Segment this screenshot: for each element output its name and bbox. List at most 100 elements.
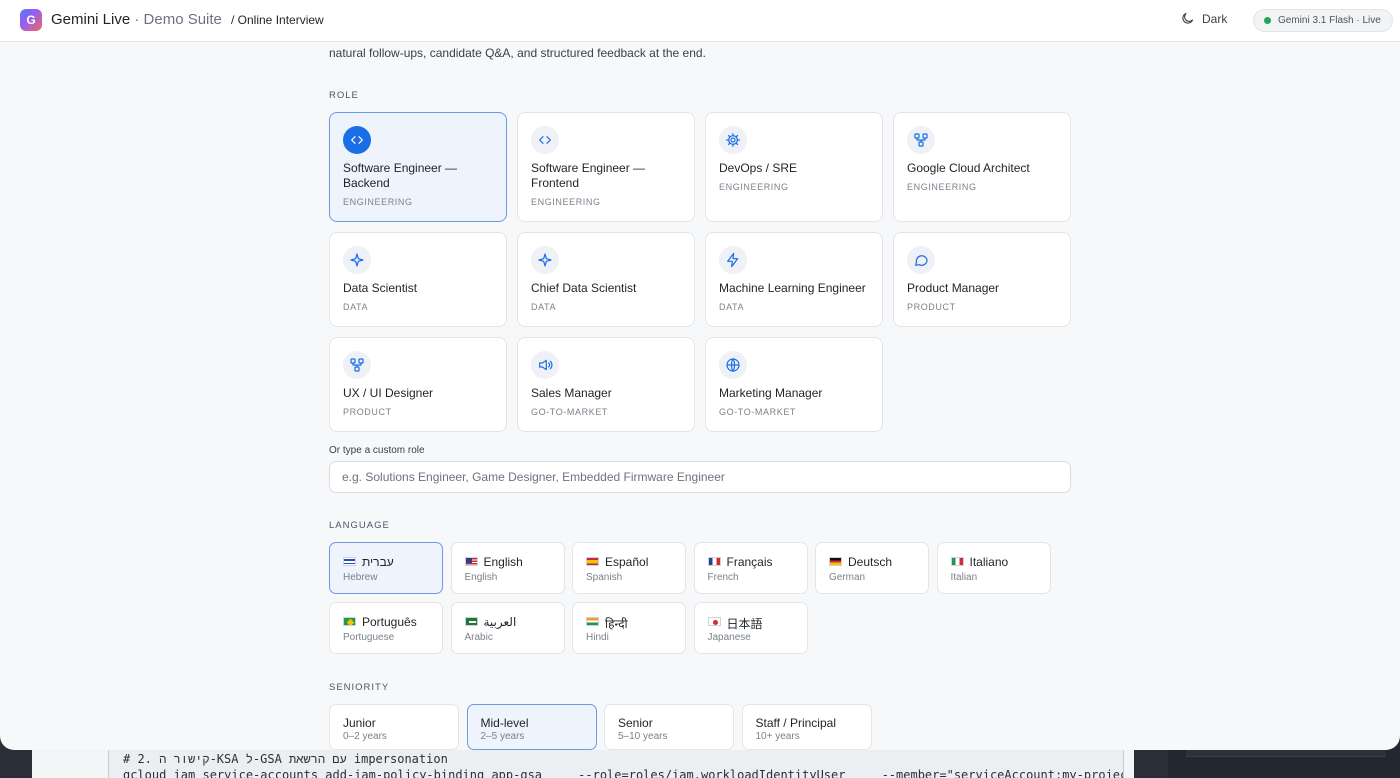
role-icon-wrapper: [719, 351, 747, 379]
language-option-german[interactable]: Deutsch German: [815, 542, 929, 594]
it-flag-icon: [950, 557, 964, 566]
role-card-sales-manager[interactable]: Sales Manager GO-TO-MARKET: [517, 337, 695, 432]
role-icon-wrapper: [531, 246, 559, 274]
role-category: ENGINEERING: [531, 197, 601, 207]
language-option-japanese[interactable]: 日本語 Japanese: [693, 602, 808, 654]
role-category: ENGINEERING: [719, 182, 789, 192]
custom-role-label: Or type a custom role: [329, 445, 425, 456]
language-option-hindi[interactable]: हिन्दी Hindi: [572, 602, 686, 654]
seniority-section-label: SENIORITY: [329, 682, 390, 693]
breadcrumb[interactable]: / Online Interview: [231, 13, 324, 27]
model-status-badge: Gemini 3.1 Flash · Live: [1253, 9, 1393, 32]
seniority-years: 0–2 years: [343, 731, 387, 742]
role-title: Product Manager: [907, 281, 1000, 295]
language-option-spanish[interactable]: Español Spanish: [572, 542, 686, 594]
role-card-machine-learning-engineer[interactable]: Machine Learning Engineer DATA: [705, 232, 883, 327]
language-native-name: עברית: [362, 555, 394, 569]
brand-name: Gemini Live: [51, 11, 131, 28]
language-option-hebrew[interactable]: עברית Hebrew: [329, 542, 443, 594]
seniority-years: 5–10 years: [618, 731, 668, 742]
role-title: Software Engineer — Backend: [343, 161, 458, 190]
top-bar: G Gemini Live · Demo Suite / Online Inte…: [0, 0, 1400, 42]
language-option-french[interactable]: Français French: [693, 542, 808, 594]
code-icon: [539, 136, 551, 144]
language-option-english[interactable]: English English: [450, 542, 565, 594]
language-english-name: Hebrew: [343, 572, 378, 583]
language-native-name: Deutsch: [848, 555, 893, 569]
role-title: Data Scientist: [343, 281, 418, 295]
role-card-ux-ui-designer[interactable]: UX / UI Designer PRODUCT: [329, 337, 507, 432]
role-card-software-engineer-backend[interactable]: Software Engineer — Backend ENGINEERING: [329, 112, 507, 222]
app-logo[interactable]: G: [20, 9, 42, 31]
bolt-icon: [727, 252, 739, 268]
role-title: DevOps / SRE: [719, 161, 798, 175]
role-card-google-cloud-architect[interactable]: Google Cloud Architect ENGINEERING: [893, 112, 1071, 222]
role-section-label: ROLE: [329, 90, 359, 101]
theme-label: Dark: [1202, 11, 1228, 26]
live-status-dot: [1264, 17, 1271, 24]
main-content: natural follow-ups, candidate Q&A, and s…: [0, 42, 1400, 750]
seniority-level: Senior: [618, 716, 653, 730]
role-card-software-engineer-frontend[interactable]: Software Engineer — Frontend ENGINEERING: [517, 112, 695, 222]
de-flag-icon: [829, 557, 842, 566]
language-native-name: Português: [362, 615, 417, 629]
seniority-option-junior[interactable]: Junior 0–2 years: [329, 704, 459, 750]
language-english-name: Spanish: [586, 572, 623, 583]
seniority-level: Mid-level: [480, 716, 529, 730]
language-english-name: Japanese: [707, 632, 751, 643]
role-icon-wrapper: [719, 246, 747, 274]
role-icon-wrapper: [343, 126, 371, 154]
role-title: Google Cloud Architect: [907, 161, 1030, 175]
role-card-data-scientist[interactable]: Data Scientist DATA: [329, 232, 507, 327]
role-icon-wrapper: [907, 126, 935, 154]
role-category: GO-TO-MARKET: [531, 407, 609, 417]
brand-title: Gemini Live · Demo Suite: [51, 11, 222, 28]
moon-icon: [1182, 12, 1194, 24]
seniority-option-staff-principal[interactable]: Staff / Principal 10+ years: [741, 704, 872, 750]
theme-toggle-button[interactable]: Dark: [1180, 11, 1227, 26]
sparkle-icon: [538, 253, 552, 267]
language-english-name: Portuguese: [343, 632, 395, 643]
intro-text: natural follow-ups, candidate Q&A, and s…: [329, 46, 706, 60]
role-icon-wrapper: [907, 246, 935, 274]
role-card-marketing-manager[interactable]: Marketing Manager GO-TO-MARKET: [705, 337, 883, 432]
chat-bubble-icon: [915, 255, 928, 266]
globe-icon: [726, 358, 740, 372]
code-line-2: gcloud iam service-accounts add-iam-poli…: [123, 768, 1124, 778]
seniority-level: Staff / Principal: [755, 716, 836, 730]
sa-flag-icon: [464, 617, 478, 626]
seniority-option-senior[interactable]: Senior 5–10 years: [604, 704, 734, 750]
language-english-name: Hindi: [586, 632, 609, 643]
seniority-option-mid-level[interactable]: Mid-level 2–5 years: [466, 704, 597, 750]
role-icon-wrapper: [343, 351, 371, 379]
language-english-name: French: [707, 572, 739, 583]
code-icon: [351, 136, 363, 144]
fr-flag-icon: [707, 557, 721, 566]
role-card-chief-data-scientist[interactable]: Chief Data Scientist DATA: [517, 232, 695, 327]
role-category: DATA: [719, 302, 745, 312]
in-flag-icon: [586, 617, 599, 626]
megaphone-icon: [539, 359, 553, 371]
role-category: ENGINEERING: [907, 182, 977, 192]
language-native-name: Español: [605, 555, 649, 569]
code-line-1: # 2. קישור ה-KSA ל-GSA עם הרשאת imperson…: [123, 752, 448, 766]
role-category: DATA: [343, 302, 369, 312]
br-flag-icon: [343, 617, 356, 626]
role-card-product-manager[interactable]: Product Manager PRODUCT: [893, 232, 1071, 327]
sparkle-icon: [350, 253, 364, 267]
role-category: ENGINEERING: [343, 197, 413, 207]
role-card-devops-sre[interactable]: DevOps / SRE ENGINEERING: [705, 112, 883, 222]
us-flag-icon: [464, 557, 478, 566]
role-title: Machine Learning Engineer: [719, 281, 866, 295]
model-status-text: Gemini 3.1 Flash · Live: [1278, 15, 1381, 26]
role-title: Software Engineer — Frontend: [531, 161, 646, 190]
language-option-italian[interactable]: Italiano Italian: [936, 542, 1051, 594]
language-english-name: Italian: [950, 572, 978, 583]
hierarchy-icon: [914, 133, 928, 147]
custom-role-input[interactable]: [329, 461, 1071, 493]
language-option-portuguese[interactable]: Português Portuguese: [329, 602, 443, 654]
seniority-years: 2–5 years: [480, 731, 525, 742]
language-native-name: Français: [726, 555, 773, 569]
role-title: UX / UI Designer: [343, 386, 434, 400]
language-option-arabic[interactable]: العربية Arabic: [450, 602, 565, 654]
